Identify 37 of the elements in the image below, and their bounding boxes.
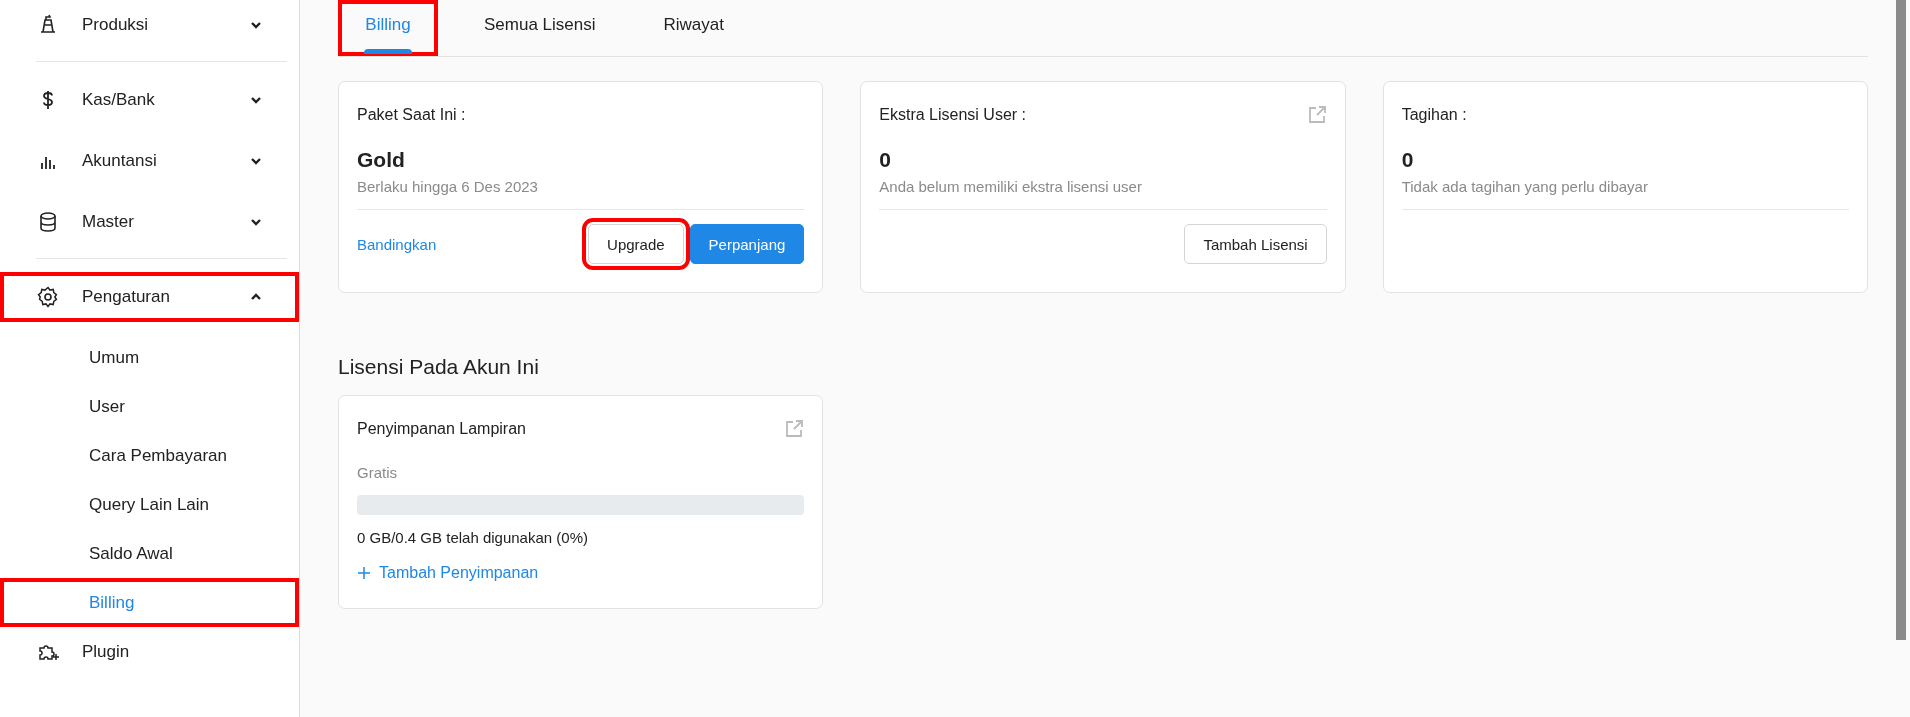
card-value: 0 <box>879 148 892 172</box>
submenu-item[interactable]: Billing <box>0 578 299 627</box>
sidebar-item[interactable]: Akuntansi <box>0 136 299 186</box>
card-note: Berlaku hingga 6 Des 2023 <box>357 178 805 210</box>
card-note: Tidak ada tagihan yang perlu dibayar <box>1401 178 1849 210</box>
add-storage-link[interactable]: Tambah Penyimpanan <box>357 564 539 582</box>
card-title: Tagihan : <box>1401 106 1467 124</box>
card-title: Penyimpanan Lampiran <box>357 420 526 438</box>
plan-label: Gratis <box>357 464 398 481</box>
scrollbar[interactable] <box>1896 0 1906 640</box>
outline-button[interactable]: Tambah Lisensi <box>1184 224 1327 264</box>
card-note: Anda belum memiliki ekstra lisensi user <box>879 178 1327 210</box>
settings-icon <box>36 285 60 309</box>
sidebar-item[interactable]: Kas/Bank <box>0 75 299 125</box>
card-value: Gold <box>357 148 406 172</box>
submenu-item[interactable]: Cara Pembayaran <box>0 431 299 480</box>
card-value: 0 <box>1401 148 1415 172</box>
section-heading: Lisensi Pada Akun Ini <box>338 355 540 379</box>
tab[interactable]: Billing <box>338 0 438 56</box>
sidebar-item[interactable]: Produksi <box>0 0 299 50</box>
sidebar-item[interactable]: Master <box>0 197 299 247</box>
card-title: Paket Saat Ini : <box>357 106 466 124</box>
card-title: Ekstra Lisensi User : <box>879 106 1027 124</box>
compare-link[interactable]: Bandingkan <box>357 235 583 253</box>
tab[interactable]: Riwayat <box>655 0 732 56</box>
submenu-item[interactable]: User <box>0 382 299 431</box>
submenu-item[interactable]: Query Lain Lain <box>0 480 299 529</box>
submenu-item[interactable]: Umum <box>0 333 299 382</box>
tab[interactable]: Semua Lisensi <box>476 0 604 56</box>
external-link-icon[interactable] <box>784 419 805 439</box>
primary-button[interactable]: Perpanjang <box>689 224 805 264</box>
sidebar-item[interactable]: Plugin <box>0 627 299 677</box>
plus-icon <box>357 566 371 580</box>
submenu-item[interactable]: Saldo Awal <box>0 529 299 578</box>
external-link-icon[interactable] <box>1306 105 1327 125</box>
sidebar-item[interactable]: Pengaturan <box>0 272 299 322</box>
usage-text: 0 GB/0.4 GB telah digunakan (0%) <box>357 529 589 546</box>
